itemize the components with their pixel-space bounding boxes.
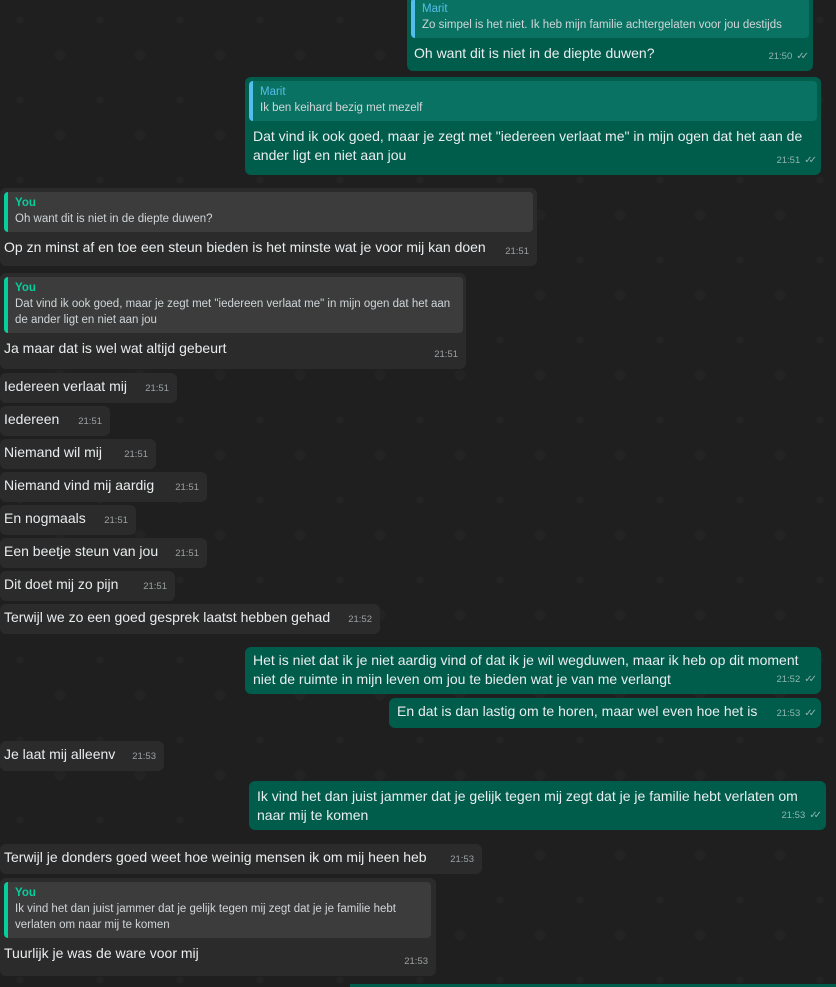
message-meta: 21:53 (132, 747, 156, 766)
message-text: Een beetje steun van jou (4, 543, 159, 559)
message-meta: 21:53 (404, 952, 428, 971)
message-bubble-incoming[interactable]: Terwijl we zo een goed gesprek laatst he… (0, 604, 380, 634)
message-bubble-incoming[interactable]: You Oh want dit is niet in de diepte duw… (0, 188, 537, 266)
message-bubble-incoming[interactable]: Een beetje steun van jou 21:51 (0, 538, 207, 568)
double-check-icon: ✓✓ (809, 810, 822, 821)
message-time: 21:51 (143, 581, 167, 592)
quoted-message[interactable]: Marit Ik ben keihard bezig met mezelf (249, 81, 817, 121)
double-check-icon: ✓✓ (804, 155, 817, 166)
message-time: 21:53 (781, 810, 806, 821)
message-text: Terwijl je donders goed weet hoe weinig … (4, 849, 427, 865)
message-meta: 21:52 ✓✓ (776, 670, 817, 689)
message-text: Op zn minst af en toe een steun bieden i… (4, 239, 486, 255)
message-time: 21:53 (404, 956, 428, 967)
message-meta: 21:51 (124, 445, 148, 464)
message-meta: 21:51 (78, 412, 102, 431)
message-meta: 21:51 (434, 345, 458, 364)
message-bubble-incoming[interactable]: Niemand wil mij 21:51 (0, 439, 156, 469)
quote-text: Oh want dit is niet in de diepte duwen? (15, 213, 213, 225)
message-bubble-incoming[interactable]: You Dat vind ik ook goed, maar je zegt m… (0, 273, 466, 369)
message-time: 21:50 (768, 51, 793, 62)
message-meta: 21:50 ✓✓ (768, 47, 809, 66)
message-meta: 21:51 (104, 511, 128, 530)
message-bubble-incoming[interactable]: Iedereen verlaat mij 21:51 (0, 373, 177, 403)
message-meta: 21:53 ✓✓ (776, 704, 817, 723)
message-time: 21:51 (776, 155, 801, 166)
message-text: Dat vind ik ook goed, maar je zegt met "… (253, 128, 803, 163)
message-meta: 21:53 (450, 850, 474, 869)
quoted-message[interactable]: You Oh want dit is niet in de diepte duw… (4, 192, 533, 232)
chat-area[interactable]: Marit Zo simpel is het niet. Ik heb mijn… (0, 0, 836, 987)
double-check-icon: ✓✓ (796, 51, 809, 62)
message-time: 21:51 (78, 416, 102, 427)
message-time: 21:53 (132, 751, 156, 762)
message-meta: 21:51 ✓✓ (776, 151, 817, 170)
message-text: Tuurlijk je was de ware voor mij (4, 945, 199, 961)
message-meta: 21:52 (348, 610, 372, 629)
message-time: 21:51 (175, 482, 199, 493)
message-meta: 21:51 (143, 577, 167, 596)
message-bubble-incoming[interactable]: You Ik vind het dan juist jammer dat je … (0, 878, 436, 976)
message-time: 21:53 (776, 708, 801, 719)
message-bubble-incoming[interactable]: Dit doet mij zo pijn 21:51 (0, 571, 175, 601)
message-meta: 21:51 (145, 379, 169, 398)
message-text: Terwijl we zo een goed gesprek laatst he… (4, 609, 331, 625)
message-bubble-incoming[interactable]: Iedereen 21:51 (0, 406, 110, 436)
double-check-icon: ✓✓ (804, 674, 817, 685)
quote-text: Zo simpel is het niet. Ik heb mijn famil… (422, 19, 782, 31)
double-check-icon: ✓✓ (804, 708, 817, 719)
quote-author: Marit (260, 86, 286, 98)
quote-author: You (15, 887, 36, 899)
message-bubble-incoming[interactable]: Terwijl je donders goed weet hoe weinig … (0, 844, 482, 874)
message-meta: 21:51 (505, 242, 529, 261)
message-time: 21:51 (145, 383, 169, 394)
message-meta: 21:51 (175, 478, 199, 497)
message-bubble-outgoing[interactable]: Het is niet dat ik je niet aardig vind o… (245, 647, 821, 694)
message-bubble-outgoing[interactable]: En dat is dan lastig om te horen, maar w… (389, 698, 821, 728)
message-bubble-outgoing[interactable]: Marit Zo simpel is het niet. Ik heb mijn… (407, 0, 813, 71)
message-time: 21:53 (450, 854, 474, 865)
message-time: 21:51 (434, 349, 458, 360)
message-bubble-incoming[interactable]: En nogmaals 21:51 (0, 505, 136, 535)
quoted-message[interactable]: You Ik vind het dan juist jammer dat je … (4, 882, 431, 938)
message-time: 21:52 (776, 674, 801, 685)
message-time: 21:51 (505, 246, 529, 257)
quote-text: Ik vind het dan juist jammer dat je geli… (15, 903, 396, 931)
quote-author: Marit (422, 3, 448, 15)
message-time: 21:51 (124, 449, 148, 460)
quote-text: Dat vind ik ook goed, maar je zegt met "… (15, 298, 451, 326)
message-meta: 21:53 ✓✓ (781, 806, 822, 825)
message-time: 21:51 (104, 515, 128, 526)
message-bubble-incoming[interactable]: Je laat mij alleenv 21:53 (0, 741, 164, 771)
message-time: 21:52 (348, 614, 372, 625)
message-text: Ja maar dat is wel wat altijd gebeurt (4, 340, 227, 356)
quote-text: Ik ben keihard bezig met mezelf (260, 102, 423, 114)
quote-author: You (15, 197, 36, 209)
quoted-message[interactable]: You Dat vind ik ook goed, maar je zegt m… (4, 277, 463, 333)
message-text: En dat is dan lastig om te horen, maar w… (397, 703, 758, 719)
message-text: Oh want dit is niet in de diepte duwen? (414, 45, 655, 61)
message-meta: 21:51 (175, 544, 199, 563)
message-text: Ik vind het dan juist jammer dat je geli… (257, 788, 798, 823)
quoted-message[interactable]: Marit Zo simpel is het niet. Ik heb mijn… (411, 0, 809, 38)
quote-author: You (15, 282, 36, 294)
message-bubble-outgoing[interactable]: Marit Ik ben keihard bezig met mezelf Da… (245, 77, 821, 175)
message-text: Het is niet dat ik je niet aardig vind o… (253, 652, 799, 687)
message-text: Niemand vind mij aardig (4, 477, 155, 493)
message-bubble-outgoing[interactable]: Ik vind het dan juist jammer dat je geli… (249, 781, 826, 830)
message-bubble-incoming[interactable]: Niemand vind mij aardig 21:51 (0, 472, 207, 502)
message-time: 21:51 (175, 548, 199, 559)
